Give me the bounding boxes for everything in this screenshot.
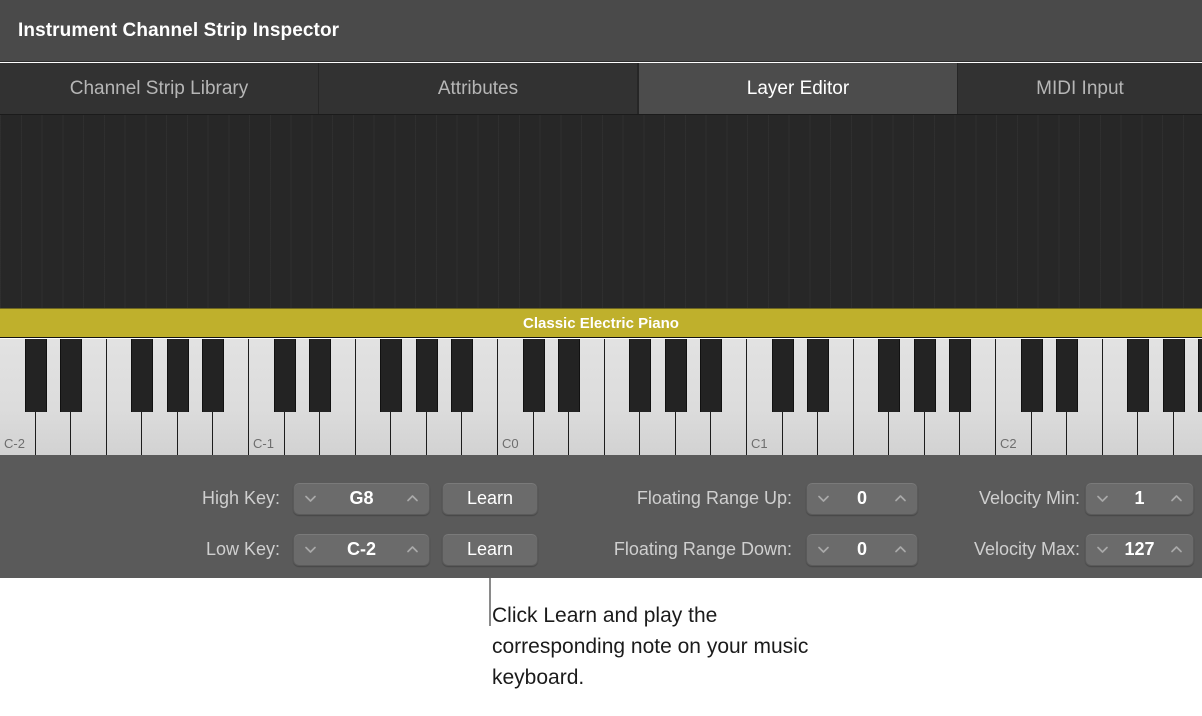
chevron-up-icon[interactable]	[405, 491, 420, 506]
low-key-stepper[interactable]: C-2	[293, 532, 430, 566]
param-row-bottom: Low Key: C-2 Learn Floating Range Down: …	[0, 532, 1202, 566]
floating-range-down-stepper[interactable]: 0	[806, 532, 918, 566]
velocity-max-value: 127	[1124, 538, 1155, 559]
piano-black-key[interactable]	[700, 339, 723, 412]
piano-keyboard[interactable]: C-2 C-1 C0 C1 C2	[0, 339, 1202, 455]
velocity-min-label: Velocity Min:	[978, 488, 1080, 508]
learn-button-label: Learn	[466, 487, 514, 508]
tab-label: Channel Strip Library	[69, 77, 249, 99]
piano-black-key[interactable]	[24, 339, 47, 412]
floating-range-up-label: Floating Range Up:	[636, 488, 792, 508]
low-key-label: Low Key:	[205, 539, 280, 559]
chevron-down-icon[interactable]	[303, 491, 318, 506]
layer-zone-bar[interactable]: Classic Electric Piano	[0, 308, 1202, 338]
floating-range-up-stepper[interactable]: 0	[806, 481, 918, 515]
piano-black-key[interactable]	[166, 339, 189, 412]
piano-black-key[interactable]	[913, 339, 936, 412]
layer-name-label: Classic Electric Piano	[523, 314, 679, 332]
velocity-min-value: 1	[1134, 487, 1145, 508]
piano-black-key[interactable]	[415, 339, 438, 412]
chevron-up-icon[interactable]	[893, 491, 908, 506]
tab-label: Attributes	[437, 77, 519, 99]
piano-black-key[interactable]	[629, 339, 652, 412]
piano-black-key[interactable]	[522, 339, 545, 412]
tab-midi-input[interactable]: MIDI Input	[958, 63, 1202, 114]
chevron-up-icon[interactable]	[405, 542, 420, 557]
piano-black-key[interactable]	[60, 339, 83, 412]
velocity-max-stepper[interactable]: 127	[1085, 532, 1194, 566]
piano-black-key[interactable]	[202, 339, 225, 412]
chevron-up-icon[interactable]	[893, 542, 908, 557]
low-key-value: C-2	[346, 538, 376, 559]
callout-text: Click Learn and play the corresponding n…	[492, 604, 809, 689]
piano-black-key[interactable]	[664, 339, 687, 412]
learn-high-key-button[interactable]: Learn	[442, 481, 538, 515]
chevron-down-icon[interactable]	[1095, 491, 1110, 506]
floating-range-down-value: 0	[856, 538, 867, 559]
piano-black-key[interactable]	[131, 339, 154, 412]
piano-black-key[interactable]	[771, 339, 794, 412]
chevron-up-icon[interactable]	[1169, 542, 1184, 557]
velocity-max-label: Velocity Max:	[973, 539, 1080, 559]
piano-black-key[interactable]	[949, 339, 972, 412]
high-key-label: High Key:	[201, 488, 280, 508]
callout-leader-line	[489, 578, 491, 626]
chevron-down-icon[interactable]	[816, 491, 831, 506]
high-key-value: G8	[349, 487, 374, 508]
layer-editor-canvas[interactable]	[0, 114, 1202, 308]
tab-bar: Channel Strip Library Attributes Layer E…	[0, 63, 1202, 114]
page-title: Instrument Channel Strip Inspector	[18, 20, 340, 41]
piano-black-key[interactable]	[380, 339, 403, 412]
chevron-down-icon[interactable]	[816, 542, 831, 557]
piano-black-key[interactable]	[1020, 339, 1043, 412]
piano-black-key[interactable]	[558, 339, 581, 412]
piano-black-key[interactable]	[878, 339, 901, 412]
piano-black-key[interactable]	[1198, 339, 1202, 412]
floating-range-up-value: 0	[856, 487, 867, 508]
piano-black-key[interactable]	[1162, 339, 1185, 412]
piano-black-key[interactable]	[1127, 339, 1150, 412]
tab-channel-strip-library[interactable]: Channel Strip Library	[0, 63, 319, 114]
window-header: Instrument Channel Strip Inspector	[0, 0, 1202, 62]
piano-black-key[interactable]	[273, 339, 296, 412]
tab-layer-editor[interactable]: Layer Editor	[638, 63, 958, 114]
high-key-stepper[interactable]: G8	[293, 481, 430, 515]
piano-black-key[interactable]	[807, 339, 830, 412]
tab-label: MIDI Input	[1036, 77, 1124, 99]
piano-black-key[interactable]	[1056, 339, 1079, 412]
chevron-down-icon[interactable]	[1095, 542, 1110, 557]
tab-label: Layer Editor	[746, 77, 850, 99]
floating-range-down-label: Floating Range Down:	[613, 539, 792, 559]
velocity-min-stepper[interactable]: 1	[1085, 481, 1194, 515]
layer-parameter-panel: High Key: G8 Learn Floating Range Up: 0 …	[0, 455, 1202, 578]
piano-black-key[interactable]	[451, 339, 474, 412]
canvas-gridlines	[0, 115, 1202, 308]
chevron-down-icon[interactable]	[303, 542, 318, 557]
tab-attributes[interactable]: Attributes	[319, 63, 638, 114]
param-row-top: High Key: G8 Learn Floating Range Up: 0 …	[0, 481, 1202, 515]
learn-button-label: Learn	[466, 538, 514, 559]
piano-black-key[interactable]	[309, 339, 332, 412]
chevron-up-icon[interactable]	[1169, 491, 1184, 506]
